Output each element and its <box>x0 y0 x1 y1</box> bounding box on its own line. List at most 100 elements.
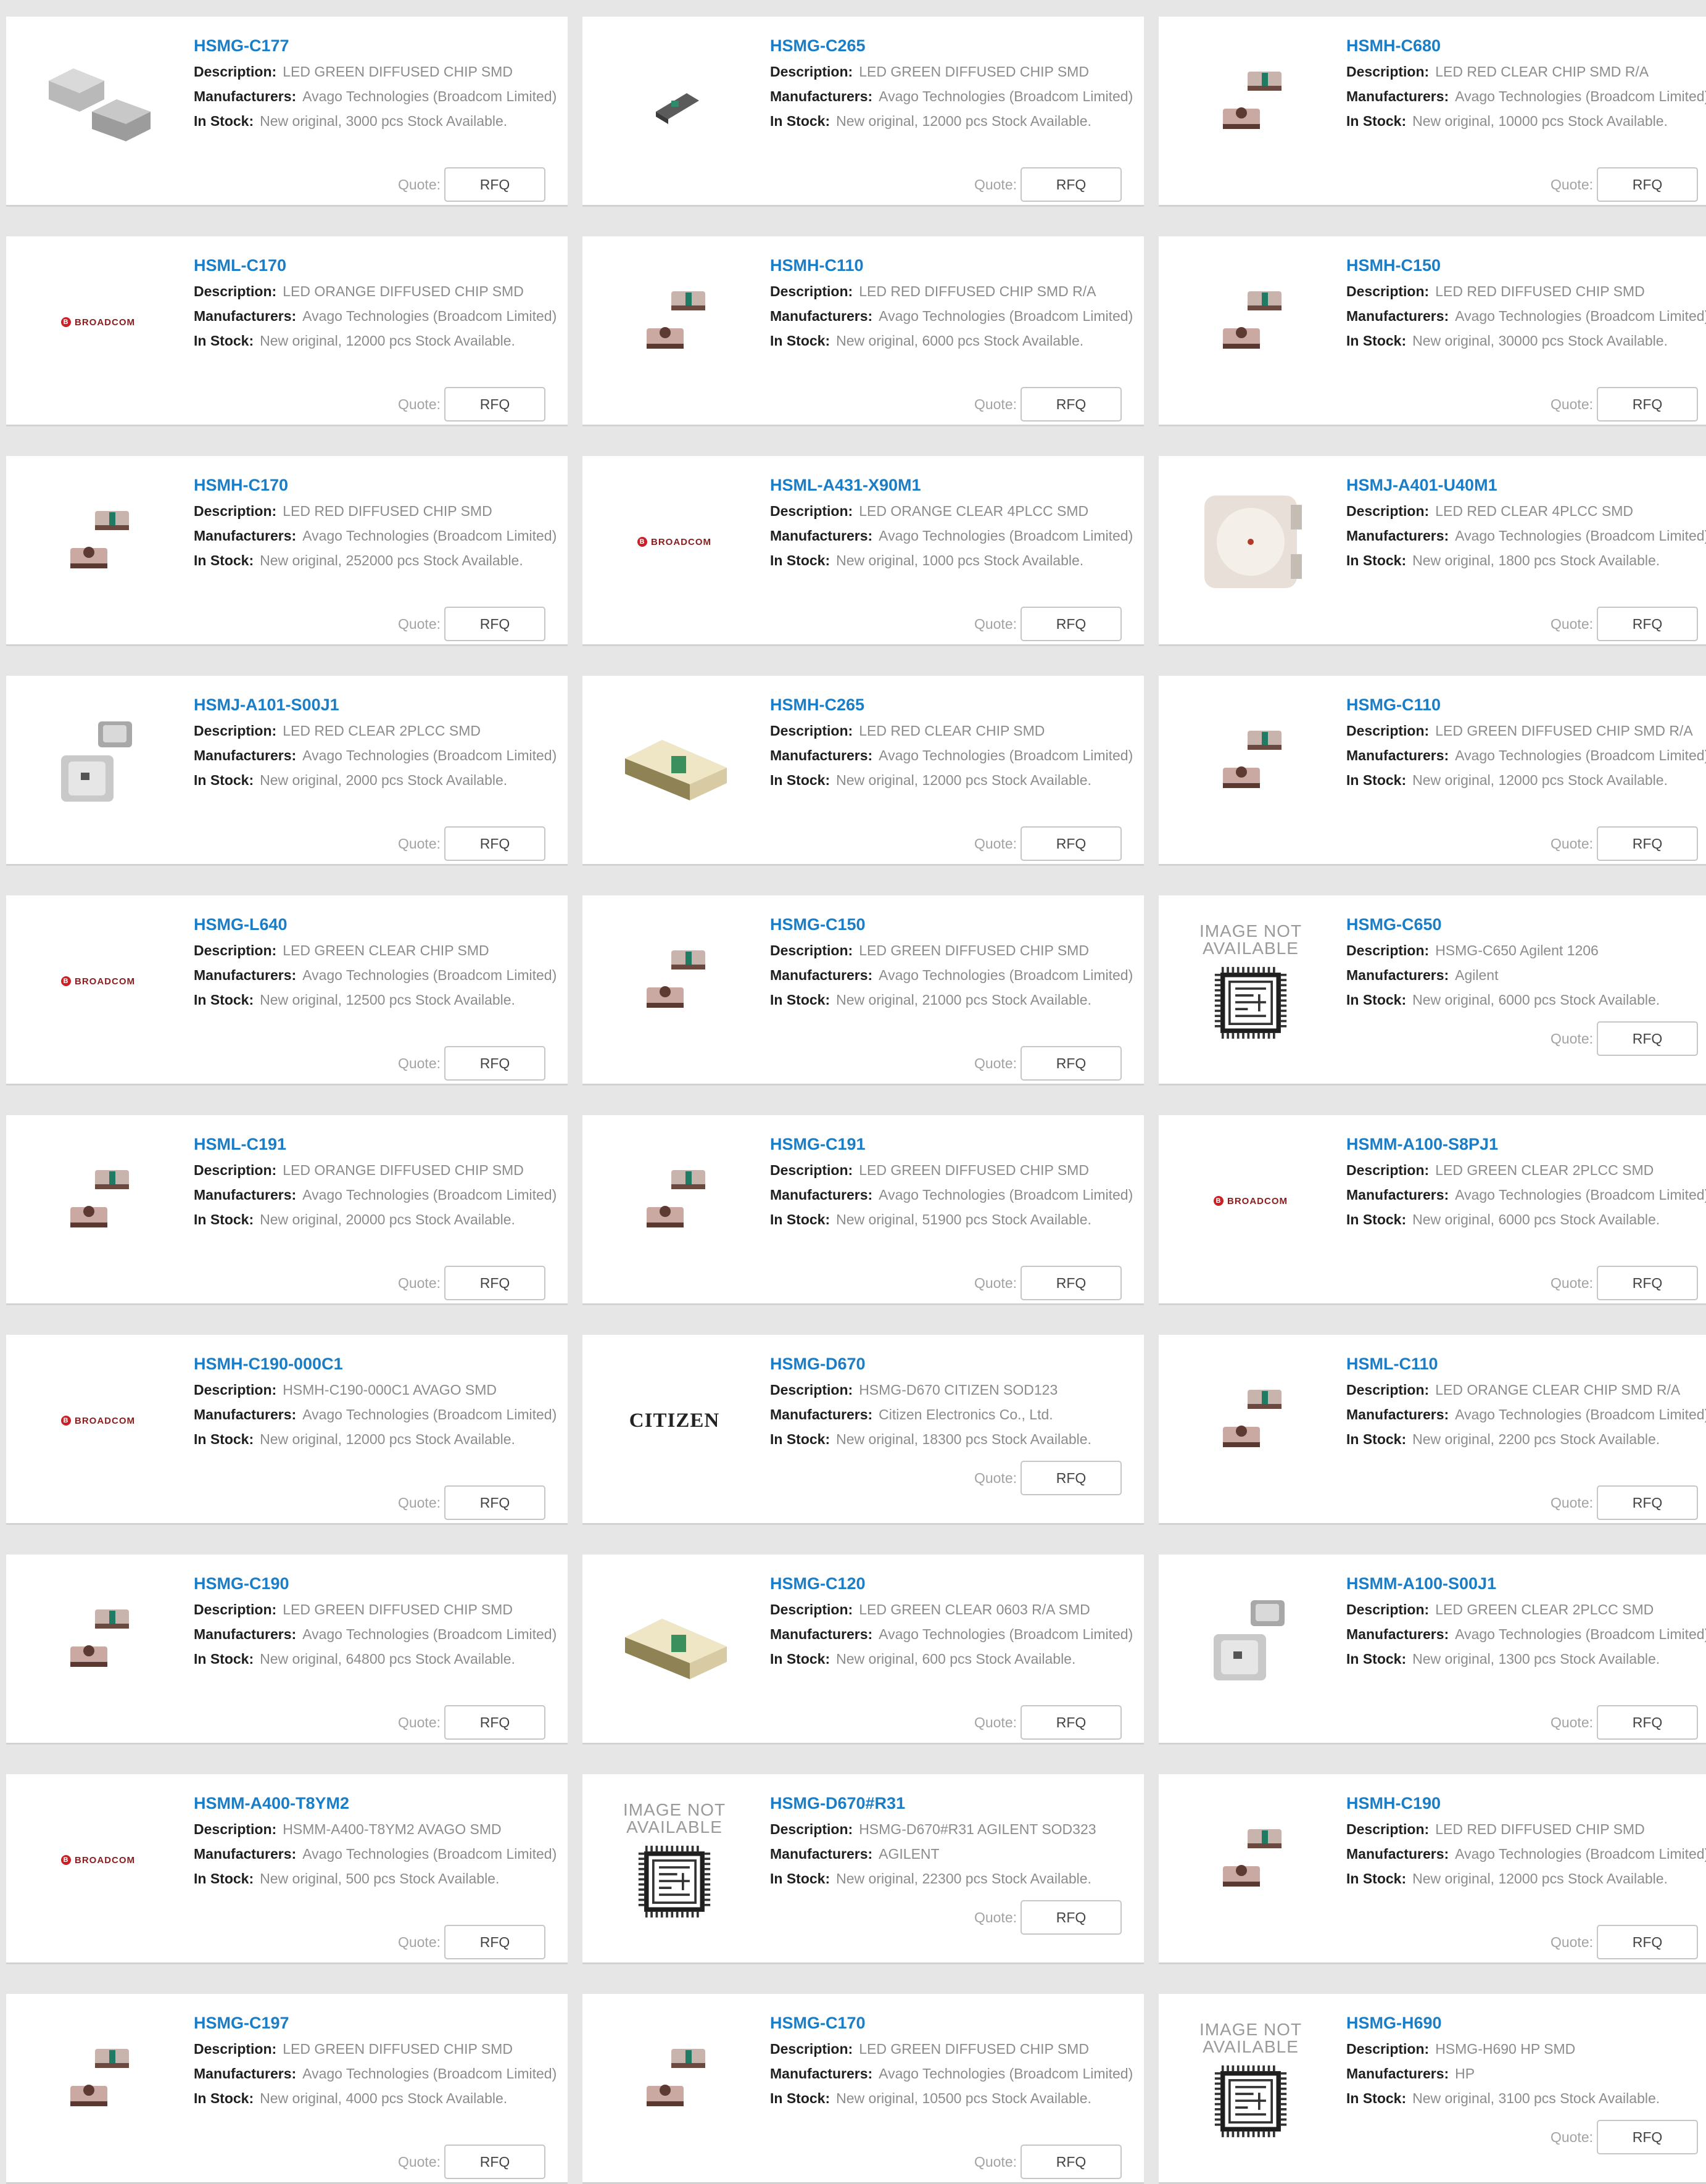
product-image[interactable] <box>1181 33 1320 172</box>
rfq-button[interactable]: RFQ <box>444 1925 545 1959</box>
part-number-link[interactable]: HSMG-L640 <box>194 914 592 935</box>
product-image[interactable] <box>1181 1790 1320 1930</box>
part-number-link[interactable]: HSMH-C190 <box>1346 1793 1706 1814</box>
rfq-button[interactable]: RFQ <box>1021 167 1122 202</box>
rfq-button[interactable]: RFQ <box>1597 1705 1698 1740</box>
part-number-link[interactable]: HSMH-C150 <box>1346 255 1706 276</box>
part-number-link[interactable]: HSMH-C190-000C1 <box>194 1353 592 1374</box>
part-number-link[interactable]: HSML-C170 <box>194 255 592 276</box>
part-number-link[interactable]: HSMG-C650 <box>1346 914 1706 935</box>
description-value: LED GREEN DIFFUSED CHIP SMD R/A <box>1435 723 1693 739</box>
rfq-button[interactable]: RFQ <box>1021 826 1122 861</box>
part-number-link[interactable]: HSMG-C265 <box>770 35 1169 56</box>
product-image[interactable] <box>605 692 744 831</box>
product-image[interactable] <box>28 472 168 612</box>
product-image[interactable] <box>1181 1351 1320 1490</box>
part-number-link[interactable]: HSMG-C150 <box>770 914 1169 935</box>
rfq-button[interactable]: RFQ <box>1597 387 1698 421</box>
product-image[interactable] <box>28 1571 168 1710</box>
rfq-button[interactable]: RFQ <box>444 1705 545 1740</box>
rfq-button[interactable]: RFQ <box>444 1046 545 1081</box>
product-image[interactable]: CITIZEN <box>605 1351 744 1490</box>
stock-row: In Stock: New original, 18300 pcs Stock A… <box>770 1427 1169 1451</box>
part-number-link[interactable]: HSMG-C120 <box>770 1573 1169 1594</box>
description-row: Description: LED GREEN CLEAR 0603 R/A SMD <box>770 1597 1169 1622</box>
part-number-link[interactable]: HSMG-H690 <box>1346 2012 1706 2033</box>
rfq-button[interactable]: RFQ <box>1021 387 1122 421</box>
rfq-button[interactable]: RFQ <box>1021 1266 1122 1300</box>
stock-row: In Stock: New original, 10000 pcs Stock A… <box>1346 109 1706 133</box>
rfq-button[interactable]: RFQ <box>1597 2120 1698 2154</box>
part-number-link[interactable]: HSMM-A400-T8YM2 <box>194 1793 592 1814</box>
part-number-link[interactable]: HSMM-A100-S00J1 <box>1346 1573 1706 1594</box>
product-info: HSMG-L640 Description: LED GREEN CLEAR CH… <box>194 914 592 1012</box>
manufacturer-row: Manufacturers: Avago Technologies (Broadc… <box>1346 84 1706 109</box>
rfq-button[interactable]: RFQ <box>1021 2145 1122 2179</box>
product-image[interactable] <box>1181 252 1320 392</box>
rfq-button[interactable]: RFQ <box>444 2145 545 2179</box>
rfq-button[interactable]: RFQ <box>1597 607 1698 641</box>
product-image[interactable]: B BROADCOM <box>605 472 744 612</box>
part-number-link[interactable]: HSMG-D670 <box>770 1353 1169 1374</box>
rfq-button[interactable]: RFQ <box>1597 1925 1698 1959</box>
rfq-button[interactable]: RFQ <box>1021 1046 1122 1081</box>
description-value: LED RED DIFFUSED CHIP SMD <box>1435 283 1645 299</box>
product-image[interactable] <box>1181 692 1320 831</box>
product-image[interactable] <box>28 33 168 172</box>
product-image[interactable] <box>605 1131 744 1271</box>
product-image[interactable]: IMAGE NOT AVAILABLE <box>1181 2010 1320 2149</box>
part-number-link[interactable]: HSMJ-A101-S00J1 <box>194 694 592 715</box>
product-image[interactable] <box>28 1131 168 1271</box>
part-number-link[interactable]: HSMG-D670#R31 <box>770 1793 1169 1814</box>
rfq-button[interactable]: RFQ <box>1597 1266 1698 1300</box>
part-number-link[interactable]: HSML-A431-X90M1 <box>770 475 1169 496</box>
part-number-link[interactable]: HSMG-C110 <box>1346 694 1706 715</box>
product-image[interactable] <box>1181 472 1320 612</box>
rfq-button[interactable]: RFQ <box>444 1266 545 1300</box>
product-image[interactable]: IMAGE NOT AVAILABLE <box>605 1790 744 1930</box>
product-image[interactable] <box>605 1571 744 1710</box>
part-number-link[interactable]: HSMH-C265 <box>770 694 1169 715</box>
rfq-button[interactable]: RFQ <box>444 387 545 421</box>
part-number-link[interactable]: HSMJ-A401-U40M1 <box>1346 475 1706 496</box>
product-image[interactable]: B BROADCOM <box>28 1351 168 1490</box>
product-image[interactable] <box>1181 1571 1320 1710</box>
rfq-button[interactable]: RFQ <box>1021 1900 1122 1935</box>
rfq-button[interactable]: RFQ <box>444 607 545 641</box>
rfq-button[interactable]: RFQ <box>444 826 545 861</box>
product-image[interactable] <box>28 2010 168 2149</box>
rfq-button[interactable]: RFQ <box>1597 1485 1698 1520</box>
rfq-button[interactable]: RFQ <box>1021 1461 1122 1495</box>
part-number-link[interactable]: HSMH-C110 <box>770 255 1169 276</box>
rfq-button[interactable]: RFQ <box>1021 607 1122 641</box>
part-number-link[interactable]: HSMG-C177 <box>194 35 592 56</box>
product-info: HSMH-C680 Description: LED RED CLEAR CHIP… <box>1346 35 1706 133</box>
product-image[interactable]: B BROADCOM <box>28 1790 168 1930</box>
part-number-link[interactable]: HSML-C191 <box>194 1134 592 1155</box>
rfq-button[interactable]: RFQ <box>1597 826 1698 861</box>
part-number-link[interactable]: HSMM-A100-S8PJ1 <box>1346 1134 1706 1155</box>
part-number-link[interactable]: HSMG-C190 <box>194 1573 592 1594</box>
part-number-link[interactable]: HSML-C110 <box>1346 1353 1706 1374</box>
product-image[interactable]: B BROADCOM <box>1181 1131 1320 1271</box>
description-row: Description: LED GREEN DIFFUSED CHIP SMD <box>194 2037 592 2061</box>
rfq-button[interactable]: RFQ <box>1597 167 1698 202</box>
part-number-link[interactable]: HSMH-C680 <box>1346 35 1706 56</box>
product-image[interactable]: IMAGE NOT AVAILABLE <box>1181 911 1320 1051</box>
product-image[interactable] <box>605 911 744 1051</box>
product-image[interactable]: B BROADCOM <box>28 911 168 1051</box>
product-image[interactable] <box>605 252 744 392</box>
stock-row: In Stock: New original, 12000 pcs Stock A… <box>194 328 592 353</box>
rfq-button[interactable]: RFQ <box>1597 1021 1698 1056</box>
rfq-button[interactable]: RFQ <box>444 167 545 202</box>
product-image[interactable] <box>605 33 744 172</box>
part-number-link[interactable]: HSMG-C170 <box>770 2012 1169 2033</box>
product-image[interactable] <box>605 2010 744 2149</box>
part-number-link[interactable]: HSMG-C191 <box>770 1134 1169 1155</box>
part-number-link[interactable]: HSMH-C170 <box>194 475 592 496</box>
product-image[interactable]: B BROADCOM <box>28 252 168 392</box>
rfq-button[interactable]: RFQ <box>1021 1705 1122 1740</box>
part-number-link[interactable]: HSMG-C197 <box>194 2012 592 2033</box>
rfq-button[interactable]: RFQ <box>444 1485 545 1520</box>
product-image[interactable] <box>28 692 168 831</box>
